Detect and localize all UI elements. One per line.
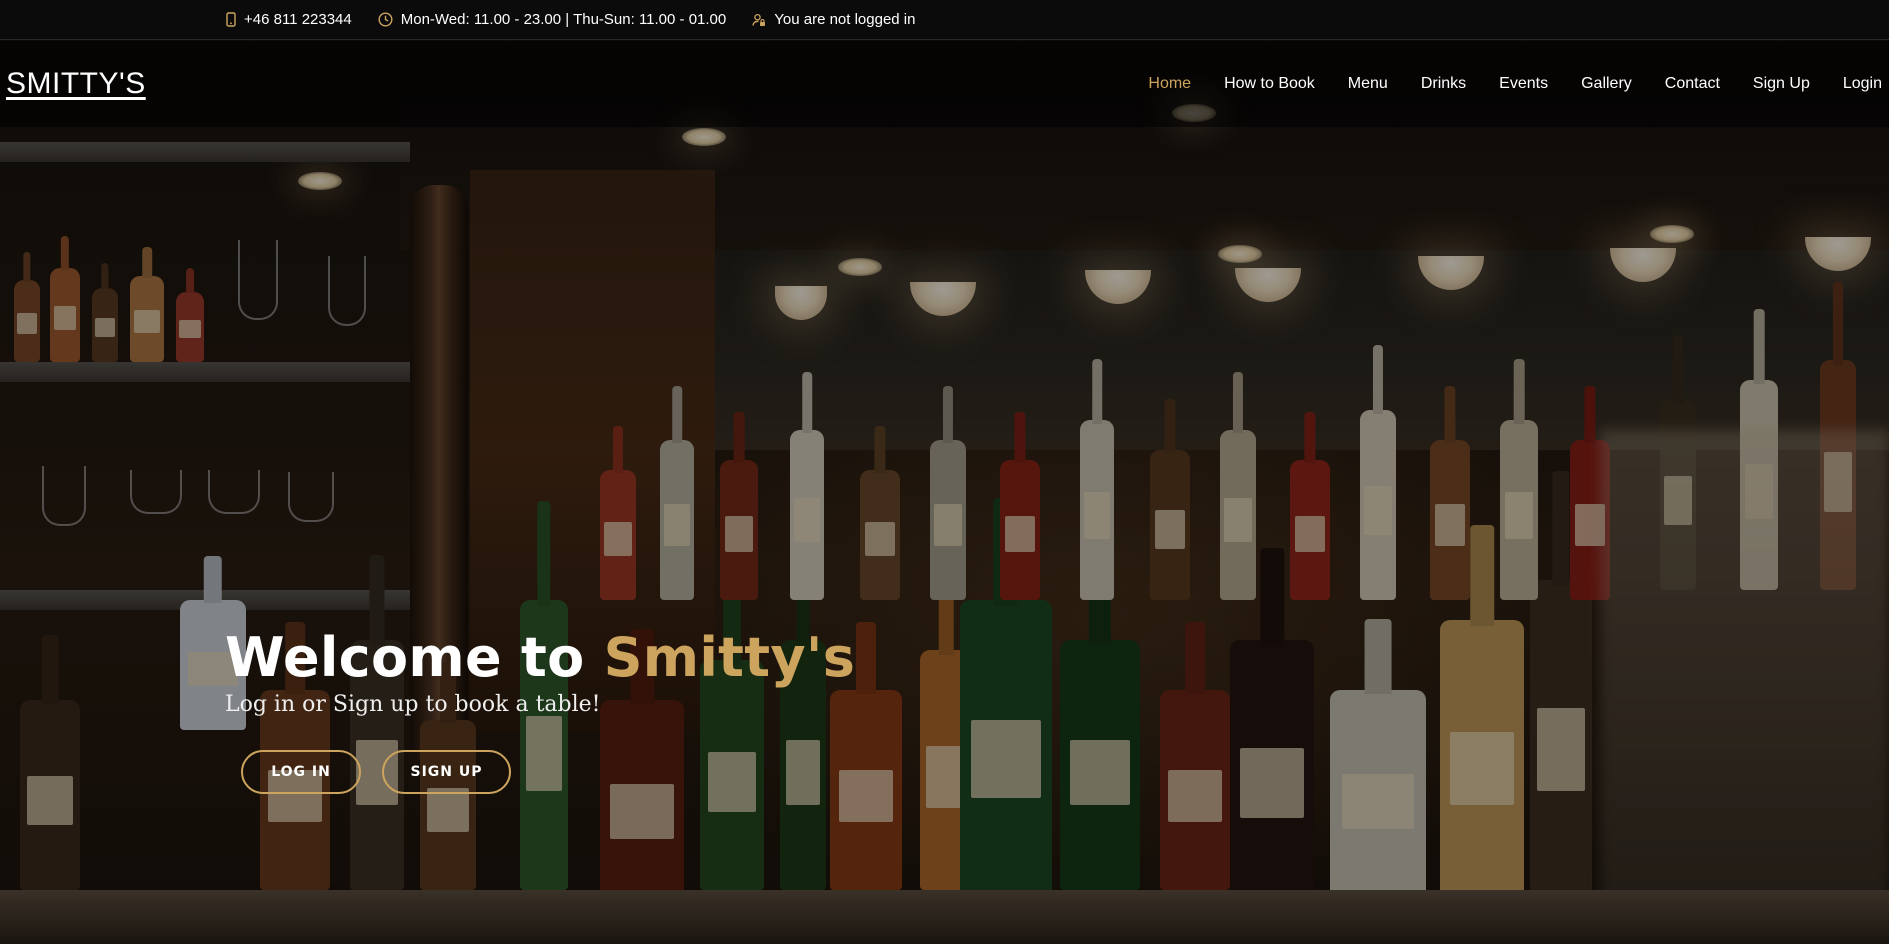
nav-link-home[interactable]: Home [1148, 75, 1191, 93]
hero-title: Welcome to Smitty's [225, 626, 855, 690]
hero-content: Welcome to Smitty's Log in or Sign up to… [225, 626, 855, 717]
nav-link-login[interactable]: Login [1843, 75, 1882, 93]
nav-link-events[interactable]: Events [1499, 75, 1548, 93]
nav-menu: Home How to Book Menu Drinks Events Gall… [1115, 75, 1882, 93]
hero-buttons: LOG IN SIGN UP [241, 750, 511, 794]
login-status-text: You are not logged in [774, 11, 916, 28]
nav-link-how-to-book[interactable]: How to Book [1224, 75, 1315, 93]
phone-info: +46 811 223344 [226, 11, 352, 28]
dark-overlay [0, 0, 1889, 944]
nav-link-contact[interactable]: Contact [1665, 75, 1720, 93]
clock-icon [378, 12, 393, 27]
hero-subtitle: Log in or Sign up to book a table! [225, 692, 601, 717]
user-lock-icon [752, 13, 766, 26]
site-logo[interactable]: SMITTY'S [6, 67, 146, 101]
nav-link-drinks[interactable]: Drinks [1421, 75, 1466, 93]
nav-link-menu[interactable]: Menu [1348, 75, 1388, 93]
phone-number: +46 811 223344 [244, 11, 352, 28]
hero-title-prefix: Welcome to [225, 626, 604, 689]
top-info-bar: +46 811 223344 Mon-Wed: 11.00 - 23.00 | … [0, 0, 1889, 40]
hero-title-brand: Smitty's [603, 626, 856, 689]
opening-hours-text: Mon-Wed: 11.00 - 23.00 | Thu-Sun: 11.00 … [400, 11, 727, 28]
nav-link-sign-up[interactable]: Sign Up [1753, 75, 1810, 93]
main-navbar: SMITTY'S Home How to Book Menu Drinks Ev… [0, 41, 1889, 127]
mobile-phone-icon [226, 12, 236, 27]
login-status: You are not logged in [752, 11, 915, 28]
hero-background [0, 0, 1889, 944]
opening-hours: Mon-Wed: 11.00 - 23.00 | Thu-Sun: 11.00 … [378, 11, 727, 28]
login-button[interactable]: LOG IN [241, 750, 361, 794]
signup-button[interactable]: SIGN UP [382, 750, 511, 794]
nav-link-gallery[interactable]: Gallery [1581, 75, 1632, 93]
